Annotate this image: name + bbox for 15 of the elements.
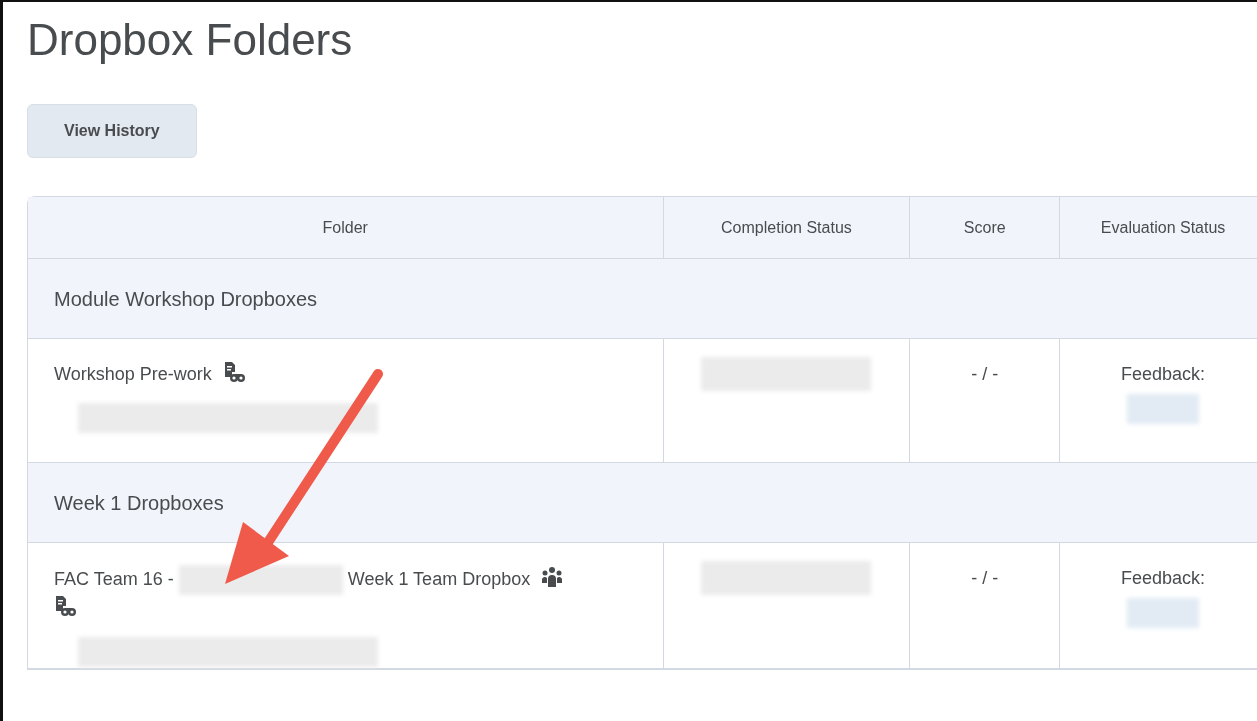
score-text: - / - bbox=[971, 364, 999, 385]
column-header: Folder bbox=[28, 197, 664, 260]
feedback-label: Feedback: bbox=[1120, 567, 1207, 591]
folder-name[interactable]: FAC Team 16 - bbox=[54, 569, 174, 590]
column-header: Completion Status bbox=[663, 197, 911, 260]
folder-name[interactable]: Week 1 Team Dropbox bbox=[347, 569, 531, 590]
folder-name[interactable]: Workshop Pre-work bbox=[54, 364, 212, 385]
column-header: Score bbox=[910, 197, 1061, 260]
group-heading: Week 1 Dropboxes bbox=[54, 491, 224, 514]
column-header: Evaluation Status bbox=[1060, 197, 1257, 260]
group-heading: Module Workshop Dropboxes bbox=[54, 287, 318, 310]
score-text: - / - bbox=[971, 568, 999, 589]
view-history-button[interactable]: View History bbox=[27, 104, 197, 159]
feedback-label: Feedback: bbox=[1120, 363, 1207, 387]
page-title: Dropbox Folders bbox=[27, 16, 354, 65]
